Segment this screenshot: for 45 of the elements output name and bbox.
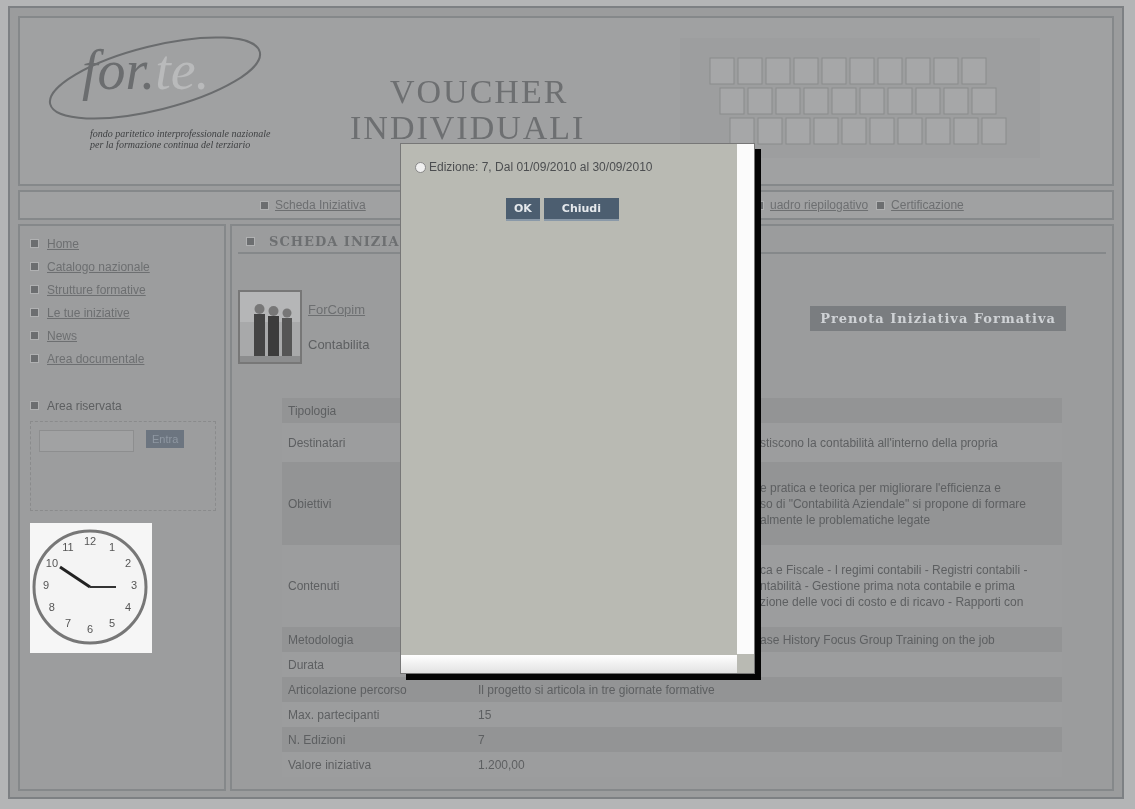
bullet-icon — [30, 239, 39, 248]
bullet-icon — [30, 354, 39, 363]
row-value: ca e Fiscale - I regimi contabili - Registri contabili - — [760, 562, 1028, 578]
clock-hands-icon — [59, 565, 117, 589]
bullet-icon — [246, 236, 255, 246]
dialog-button[interactable]: OK — [506, 198, 540, 221]
row-label: Durata — [287, 657, 326, 672]
row-label: Valore iniziativa — [287, 757, 373, 772]
horizontal-scrollbar[interactable] — [401, 655, 737, 673]
bullet-icon — [30, 308, 39, 317]
bullet-icon — [30, 262, 39, 271]
clock-numeral: 7 — [64, 617, 72, 630]
option-label[interactable]: Edizione: 7, Dal 01/09/2010 al 30/09/2010 — [429, 160, 653, 174]
dialog-button[interactable]: Chiudi — [543, 198, 619, 221]
row-label: Destinatari — [287, 435, 347, 450]
row-label: Max. partecipanti — [287, 707, 381, 722]
vertical-scrollbar[interactable] — [737, 144, 754, 654]
row-value: stiscono la contabilità all'interno della propria — [760, 434, 998, 451]
row-value: ntabilità - Gestione prima nota contabile e prima — [760, 578, 1016, 594]
clock-numeral: 4 — [125, 601, 132, 613]
section-label: Area riservata — [47, 398, 122, 413]
row-value: 15 — [478, 706, 492, 723]
clock-numeral: 5 — [108, 617, 116, 630]
clock-numeral: 6 — [86, 623, 94, 635]
clock-numeral: 1 — [108, 540, 116, 553]
book-button[interactable]: Prenota Iniziativa Formativa — [810, 306, 1066, 331]
row-value: zione delle voci di costo e di ricavo - Rapporti con — [760, 594, 1025, 610]
bullet-icon — [260, 200, 269, 210]
clock-numeral: 10 — [45, 557, 58, 569]
clock-numeral: 8 — [48, 601, 55, 613]
clock-numeral: 12 — [83, 535, 97, 547]
row-label: Contenuti — [287, 579, 341, 593]
clock-numeral: 11 — [62, 540, 74, 553]
row-value: 1.200,00 — [478, 756, 525, 773]
clock-numeral: 3 — [130, 579, 138, 591]
bullet-icon — [30, 401, 39, 410]
clock-numeral: 9 — [42, 579, 50, 591]
bullet-icon — [30, 285, 39, 294]
clock-numeral: 2 — [125, 557, 132, 569]
radio-button[interactable] — [415, 161, 426, 173]
logo-tagline: fondo paritetico interprofessionale nazionale — [90, 128, 272, 139]
bullet-icon — [876, 200, 886, 210]
logo-tagline: per la formazione continua del terziario — [90, 139, 252, 150]
bullet-icon — [30, 331, 39, 340]
course-title: Contabilita — [308, 337, 370, 352]
